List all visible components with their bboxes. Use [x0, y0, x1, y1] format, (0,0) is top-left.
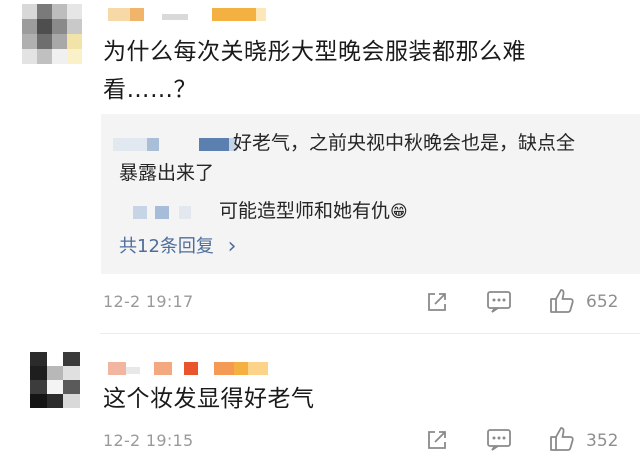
reply-text-cont: 暴露出来了: [119, 162, 215, 184]
avatar[interactable]: [30, 352, 80, 408]
like-icon[interactable]: [548, 287, 576, 319]
reply-username-redacted[interactable]: [113, 136, 237, 152]
chevron-right-icon: ›: [227, 234, 237, 259]
avatar[interactable]: [22, 4, 82, 64]
view-replies-label: 共12条回复: [119, 236, 214, 257]
like-icon[interactable]: [548, 425, 576, 457]
reply-text: 好老气，之前央视中秋晚会也是，缺点全: [233, 132, 576, 154]
comment-icon[interactable]: [486, 290, 512, 318]
view-replies-link[interactable]: 共12条回复 ›: [119, 232, 237, 259]
comment-time: 12-2 19:15: [103, 431, 194, 450]
username-redacted[interactable]: [108, 6, 266, 22]
reply-box[interactable]: 好老气，之前央视中秋晚会也是，缺点全 暴露出来了 可能造型师和她有仇😁 共12条…: [101, 114, 640, 274]
comment-time: 12-2 19:17: [103, 292, 194, 311]
share-icon[interactable]: [425, 428, 449, 456]
comment-text-cont: 看……？: [103, 77, 197, 103]
reply-username-redacted[interactable]: [133, 204, 191, 220]
share-icon[interactable]: [425, 290, 449, 318]
reply-text: 可能造型师和她有仇😁: [219, 196, 408, 227]
reply-text-content: 可能造型师和她有仇: [219, 200, 391, 222]
comment-text: 为什么每次关晓彤大型晚会服装都那么难: [103, 39, 526, 65]
comment-icon[interactable]: [486, 428, 512, 456]
username-redacted[interactable]: [108, 360, 268, 376]
comment-text: 这个妆发显得好老气: [103, 386, 315, 412]
like-count: 352: [586, 431, 619, 451]
divider: [100, 333, 640, 334]
like-count: 652: [586, 292, 619, 312]
grin-emoji: 😁: [390, 202, 408, 222]
